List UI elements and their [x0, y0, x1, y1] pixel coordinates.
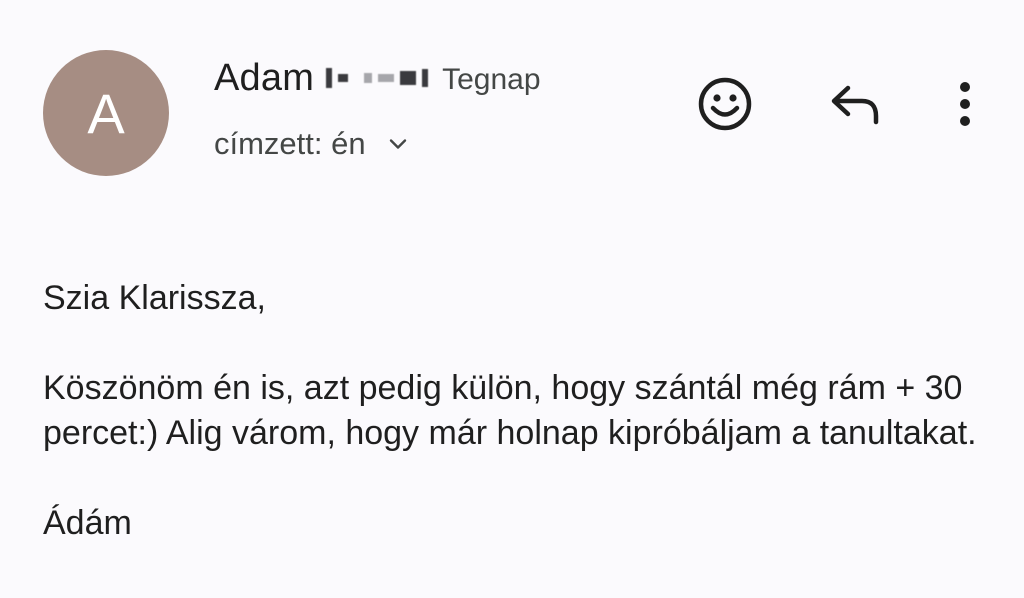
more-vert-icon [960, 82, 970, 126]
emoji-icon [698, 77, 752, 131]
sender-name[interactable]: Adam [214, 57, 314, 100]
add-reaction-button[interactable] [690, 71, 760, 137]
reply-button[interactable] [820, 71, 890, 137]
message-time: Tegnap [442, 63, 541, 96]
redacted-surname [326, 66, 429, 90]
recipient-details-toggle[interactable]: címzett: én [214, 124, 410, 164]
more-options-button[interactable] [940, 71, 990, 137]
recipient-label: címzett: én [214, 126, 366, 161]
avatar-letter: A [87, 81, 125, 145]
chevron-down-icon [389, 139, 406, 149]
message-signature: Ádám [43, 504, 132, 542]
message-body: Szia Klarissza, Köszönöm én is, azt pedi… [43, 276, 1003, 546]
avatar[interactable]: A [43, 50, 169, 176]
message-paragraph: Köszönöm én is, azt pedig külön, hogy sz… [43, 369, 977, 452]
message-greeting: Szia Klarissza, [43, 279, 266, 317]
reply-icon [831, 85, 879, 125]
message-header: A Adam Tegnap címzett: én [0, 0, 1024, 200]
sender-line: Adam Tegnap [214, 56, 541, 100]
